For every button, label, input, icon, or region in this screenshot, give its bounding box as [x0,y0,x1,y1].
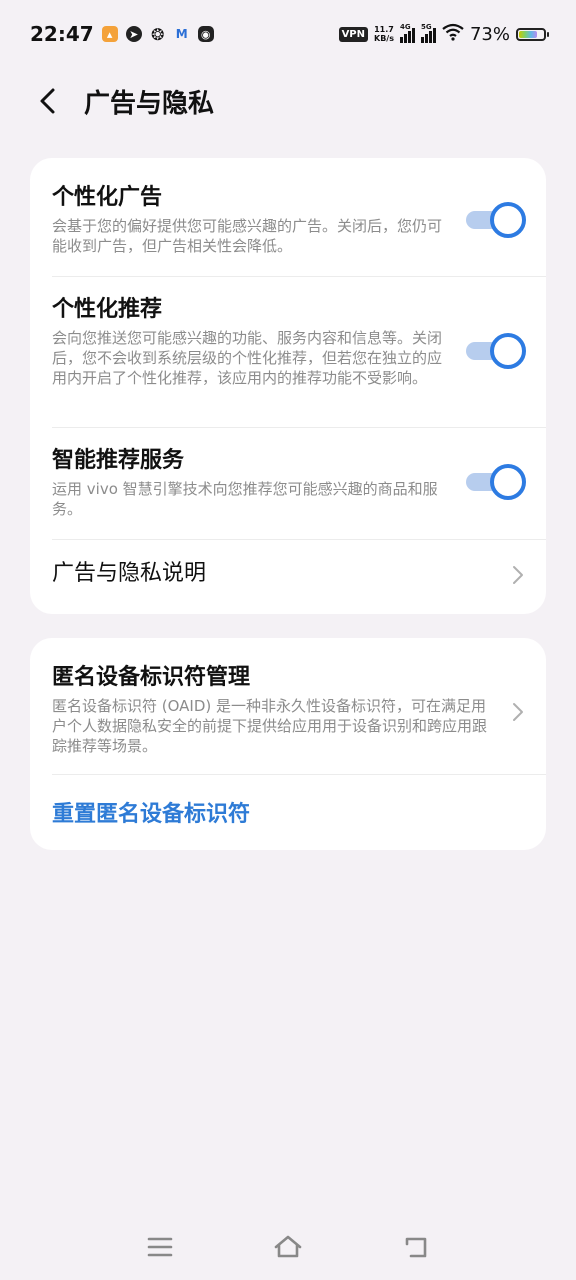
network-speed: 11.7 KB/s [374,25,394,43]
ad-privacy-info-label: 广告与隐私说明 [52,561,207,586]
personalized-recommend-title: 个性化推荐 [52,297,163,322]
app-icon: ◉ [197,26,214,42]
anonymous-id-title: 匿名设备标识符管理 [52,665,251,690]
gmail-icon: M [175,27,188,41]
chevron-right-icon [510,700,526,724]
signal-4g-icon: 4G [399,23,415,43]
personalized-ads-desc: 会基于您的偏好提供您可能感兴趣的广告。关闭后，您仍可能收到广告，但广告相关性会降… [52,217,443,255]
smart-recommend-title: 智能推荐服务 [52,448,185,473]
back-nav-button[interactable] [396,1232,436,1262]
app-notification-icon: ▴ [101,26,118,42]
page-header: 广告与隐私 [0,70,576,132]
status-bar: 22:47 ▴ ➤ ❂ M ◉ VPN 11.7 KB/s 4G 5G 73% [0,0,576,68]
wechat-icon: ❂ [150,24,165,44]
battery-fill [519,30,537,38]
divider [52,774,546,775]
telegram-icon: ➤ [125,26,142,42]
anonymous-id-card: 匿名设备标识符管理 匿名设备标识符 (OAID) 是一种非永久性设备标识符，可在… [30,638,546,850]
signal-5g-icon: 5G [420,23,436,43]
personalized-ads-toggle[interactable] [466,202,526,238]
home-button[interactable] [268,1232,308,1262]
status-right: VPN 11.7 KB/s 4G 5G 73% [338,23,549,46]
divider [52,276,546,277]
chevron-left-icon [40,88,55,114]
battery-percent: 73% [469,23,510,45]
status-left: 22:47 ▴ ➤ ❂ M ◉ [30,22,214,46]
speed-unit: KB/s [374,34,394,43]
personalized-recommend-toggle[interactable] [466,333,526,369]
divider [52,539,546,540]
chevron-right-icon [510,563,526,587]
back-button[interactable] [28,81,68,121]
back-nav-icon [405,1237,427,1258]
signal-4g-label: 4G [399,23,411,31]
menu-button[interactable] [140,1232,180,1262]
smart-recommend-desc: 运用 vivo 智慧引擎技术向您推荐您可能感兴趣的商品和服务。 [52,480,438,518]
menu-icon [147,1237,173,1257]
personalized-ads-title: 个性化广告 [52,185,163,210]
page-title: 广告与隐私 [84,88,215,119]
smart-recommend-toggle[interactable] [466,464,526,500]
reset-anonymous-id-row[interactable]: 重置匿名设备标识符 [30,796,546,828]
divider [52,427,546,428]
ad-settings-card: 个性化广告 会基于您的偏好提供您可能感兴趣的广告。关闭后，您仍可能收到广告，但广… [30,158,546,614]
wifi-icon [442,23,464,46]
navigation-bar [0,1220,576,1280]
home-icon [274,1235,302,1258]
personalized-recommend-desc: 会向您推送您可能感兴趣的功能、服务内容和信息等。关闭后，您不会收到系统层级的个性… [52,329,443,387]
reset-anonymous-id-button[interactable]: 重置匿名设备标识符 [52,796,524,828]
anonymous-id-management-row[interactable]: 匿名设备标识符管理 匿名设备标识符 (OAID) 是一种非永久性设备标识符，可在… [30,664,546,756]
anonymous-id-desc: 匿名设备标识符 (OAID) 是一种非永久性设备标识符，可在满足用户个人数据隐私… [52,697,488,755]
signal-5g-label: 5G [420,23,432,31]
ad-privacy-info-row[interactable]: 广告与隐私说明 [30,560,546,588]
status-time: 22:47 [30,22,94,46]
speed-value: 11.7 [374,25,394,34]
vpn-badge: VPN [338,26,368,42]
battery-icon [516,27,549,41]
